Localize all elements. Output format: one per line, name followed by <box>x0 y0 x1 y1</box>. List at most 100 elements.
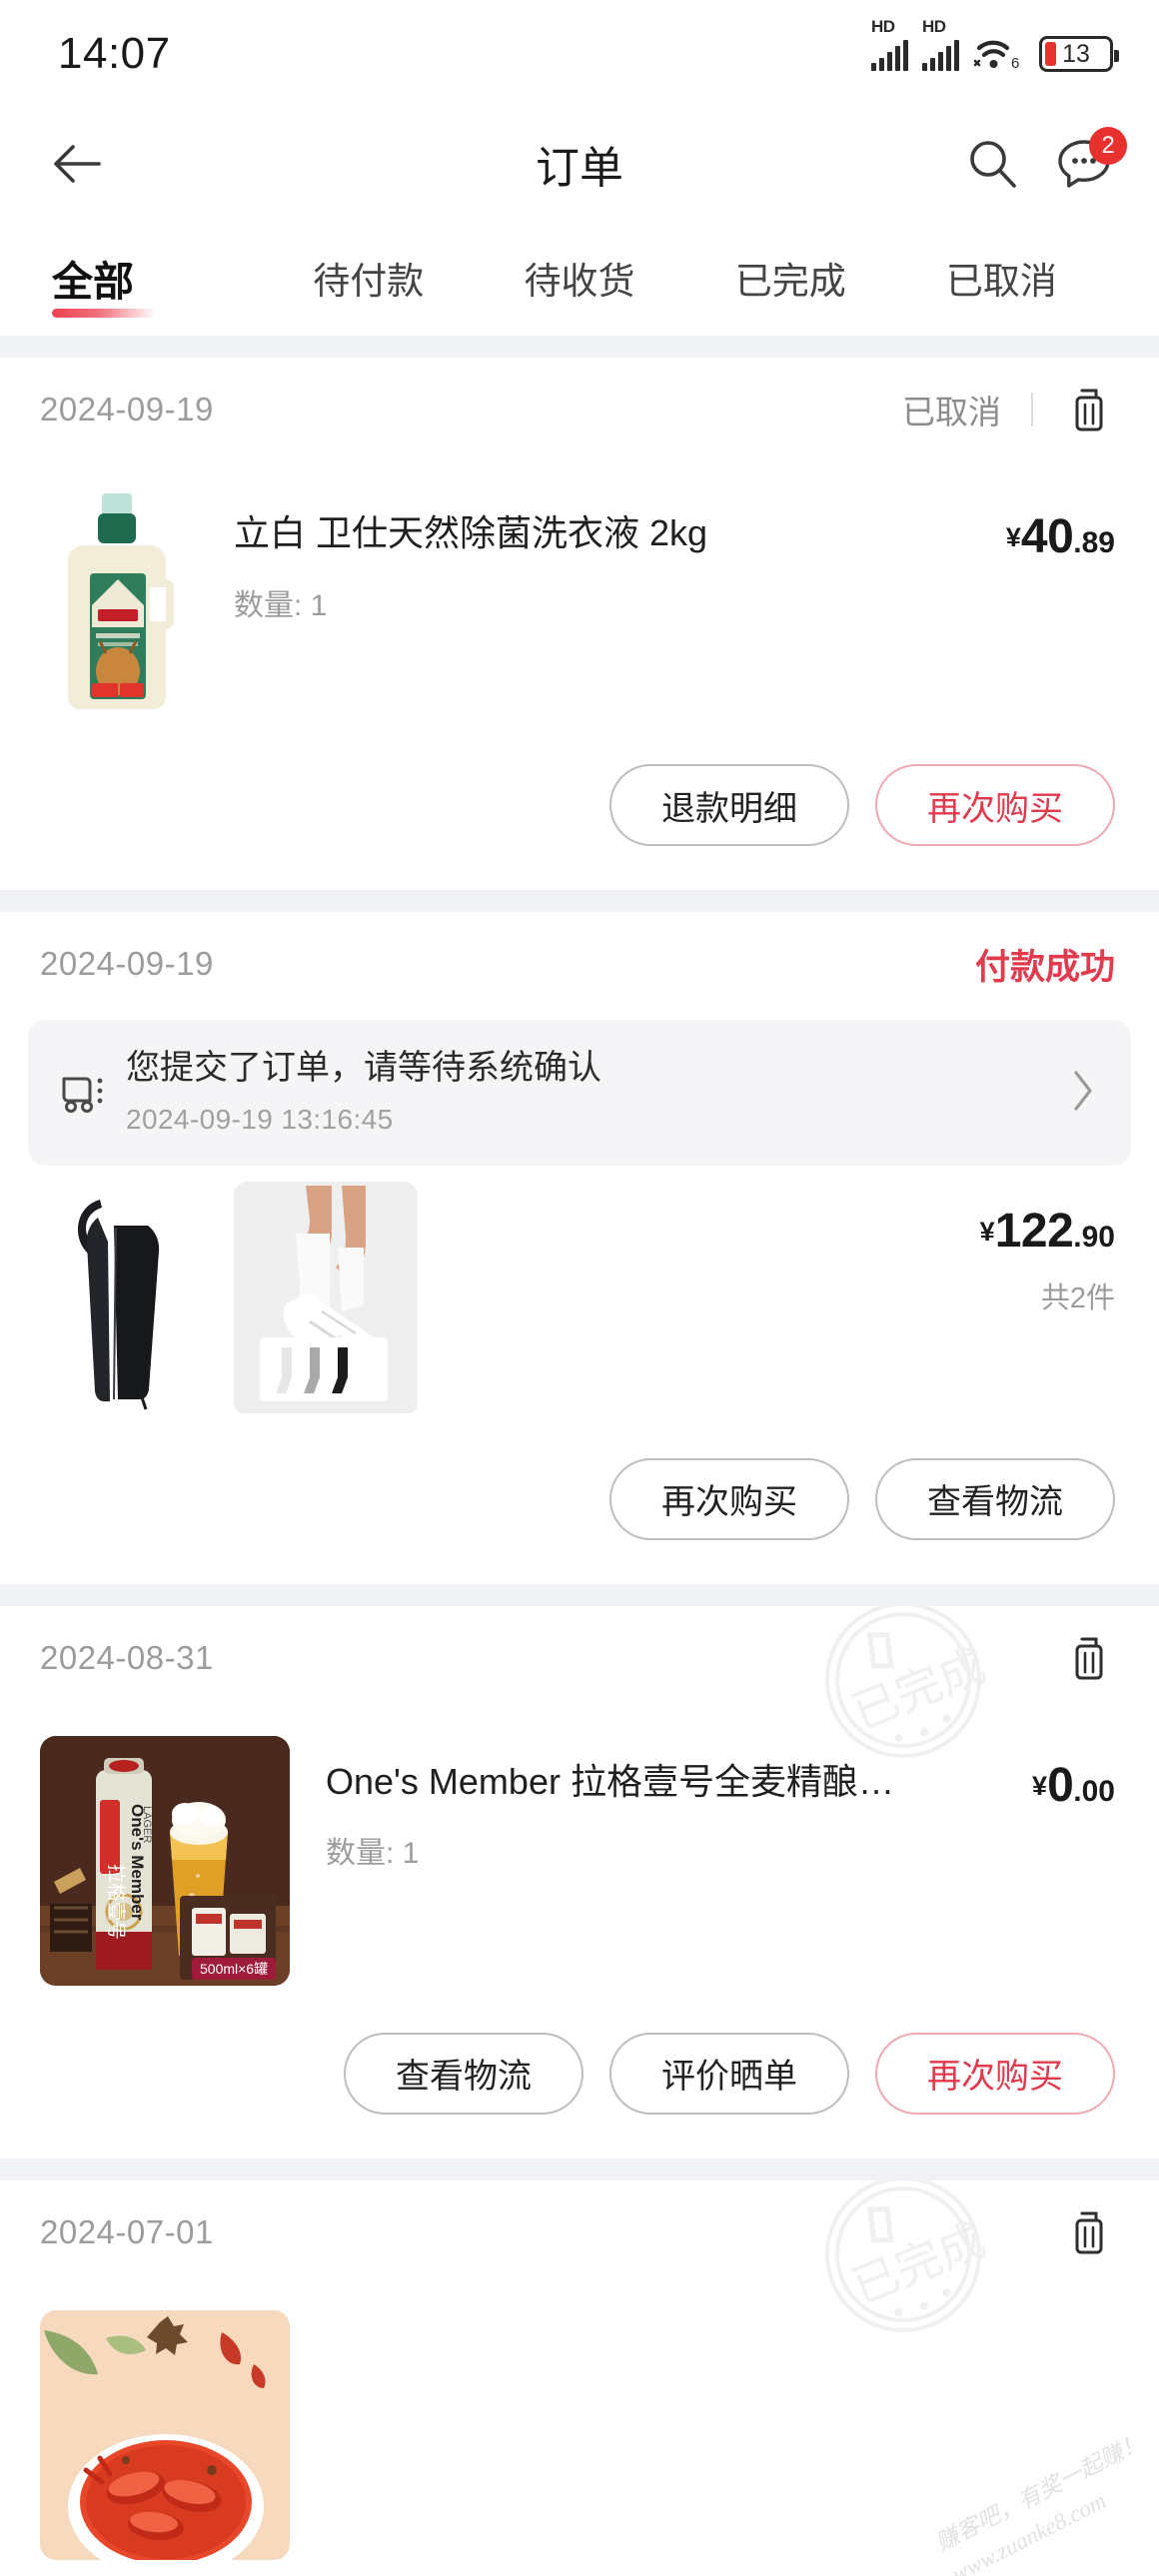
wifi-icon: 6 <box>973 36 1025 72</box>
search-icon <box>970 141 1016 188</box>
status-bar-time: 14:07 <box>58 29 171 78</box>
order-total-price: ¥122.90 共2件 <box>980 1182 1115 1316</box>
tab-pending-receipt[interactable]: 待收货 <box>474 220 684 336</box>
order-actions: 退款明细 再次购买 <box>0 734 1159 890</box>
tab-active-indicator <box>52 309 156 318</box>
back-arrow-icon <box>54 145 101 183</box>
product-title: 立白 卫仕天然除菌洗衣液 2kg <box>234 512 708 553</box>
order-status-badge: 已取消 <box>902 394 1001 430</box>
order-product-row[interactable]: 拉格壹号 One's Member LAGER 500ml×6罐 One's M… <box>0 1710 1159 2003</box>
list-separator <box>0 890 1159 912</box>
list-separator <box>0 2157 1159 2180</box>
chat-unread-badge: 2 <box>1089 127 1127 165</box>
price-decimal: .90 <box>1073 1220 1115 1254</box>
status-bar-icons: HD HD 6 13 <box>871 17 1119 72</box>
delete-order-button[interactable] <box>1063 382 1115 437</box>
hd-label-2: HD <box>922 17 946 36</box>
nav-actions: 2 <box>961 127 1127 195</box>
buy-again-button[interactable]: 再次购买 <box>875 2032 1115 2115</box>
order-date: 2024-08-31 <box>40 1638 214 1676</box>
order-list: 2024-09-19 已取消 立白 卫仕天然除菌洗衣液 2kg 数量: 1 ¥4… <box>0 336 1159 2576</box>
price-decimal: .89 <box>1073 526 1115 559</box>
product-thumbnails <box>40 1181 980 1418</box>
delete-order-button[interactable] <box>1063 1630 1115 1686</box>
status-bar: 14:07 HD HD 6 13 <box>0 0 1159 108</box>
svg-text:LAGER: LAGER <box>141 1806 153 1843</box>
delete-order-button[interactable] <box>1063 2204 1115 2260</box>
order-card[interactable]: 已完成 赚客吧，有奖一起赚！ www.zuanke8.com 2024-07-0… <box>0 2179 1159 2576</box>
currency-symbol: ¥ <box>979 1216 995 1247</box>
product-title: One's Member 拉格壹号全麦精酿… <box>326 1760 894 1802</box>
navigation-bar: 订单 2 <box>0 108 1159 220</box>
tab-pending-payment-label: 待付款 <box>313 261 425 302</box>
buy-again-button[interactable]: 再次购买 <box>875 764 1115 846</box>
chevron-right-icon[interactable] <box>1063 1069 1103 1113</box>
order-product-row[interactable]: 立白 卫仕天然除菌洗衣液 2kg 数量: 1 ¥40.89 <box>0 461 1159 734</box>
hd-label-1: HD <box>871 17 895 36</box>
order-product-row[interactable]: ¥122.90 共2件 <box>0 1166 1159 1428</box>
tab-cancelled[interactable]: 已取消 <box>896 220 1107 336</box>
logistics-banner[interactable]: 您提交了订单，请等待系统确认 2024-09-19 13:16:45 <box>28 1020 1131 1166</box>
list-separator <box>0 1583 1159 1606</box>
order-card[interactable]: 2024-09-19 已取消 立白 卫仕天然除菌洗衣液 2kg 数量: 1 ¥4… <box>0 358 1159 890</box>
order-card[interactable]: 已完成 2024-08-31 拉格壹号 One's Member LAGER 5… <box>0 1605 1159 2158</box>
price-integer: 0 <box>1047 1758 1074 1812</box>
product-thumbnail[interactable] <box>234 1181 418 1418</box>
order-actions: 查看物流 评价晒单 再次购买 <box>0 2003 1159 2158</box>
tab-completed[interactable]: 已完成 <box>685 220 896 336</box>
order-date: 2024-09-19 <box>40 945 214 982</box>
order-card[interactable]: 2024-09-19 付款成功 您提交了订单，请等待系统确认 2024-09-1… <box>0 912 1159 1584</box>
product-info <box>290 2310 1115 2332</box>
tab-all-label: 全部 <box>52 259 134 305</box>
tab-pending-payment[interactable]: 待付款 <box>263 220 474 336</box>
battery-level-label: 13 <box>1062 40 1090 68</box>
svg-text:拉格壹号: 拉格壹号 <box>105 1864 127 1940</box>
search-button[interactable] <box>961 133 1023 195</box>
price-integer: 122 <box>994 1204 1074 1258</box>
trash-icon <box>1075 389 1103 431</box>
product-price: ¥0.00 <box>1032 1736 1115 1813</box>
product-price: ¥40.89 <box>1006 487 1115 564</box>
cellular-signal-2-icon: HD <box>922 17 959 71</box>
order-date: 2024-09-19 <box>40 391 214 428</box>
order-status-tabs: 全部 待付款 待收货 已完成 已取消 <box>0 220 1159 336</box>
price-integer: 40 <box>1020 510 1074 563</box>
trash-icon <box>1075 2211 1103 2254</box>
product-quantity: 数量: 1 <box>234 588 328 622</box>
currency-symbol: ¥ <box>1032 1770 1048 1801</box>
order-card-header: 2024-08-31 <box>0 1606 1159 1710</box>
view-logistics-button[interactable]: 查看物流 <box>875 1457 1115 1540</box>
tab-pending-receipt-label: 待收货 <box>524 261 635 302</box>
white-socks-image <box>234 1181 418 1413</box>
product-info: 立白 卫仕天然除菌洗衣液 2kg 数量: 1 <box>198 487 1006 624</box>
beer-can-image: 拉格壹号 One's Member LAGER 500ml×6罐 <box>40 1735 290 1986</box>
order-status-badge: 付款成功 <box>974 947 1115 987</box>
product-thumbnail[interactable]: 拉格壹号 One's Member LAGER 500ml×6罐 <box>40 1735 290 1991</box>
tab-all[interactable]: 全部 <box>52 220 263 336</box>
product-thumbnail[interactable] <box>40 2309 290 2565</box>
price-decimal: .00 <box>1073 1774 1115 1808</box>
svg-text:500ml×6罐: 500ml×6罐 <box>200 1961 268 1977</box>
chat-button[interactable]: 2 <box>1053 127 1127 195</box>
svg-text:6: 6 <box>1011 55 1019 72</box>
battery-icon: 13 <box>1039 36 1119 72</box>
view-logistics-button[interactable]: 查看物流 <box>344 2032 583 2115</box>
order-product-row[interactable] <box>0 2284 1159 2576</box>
currency-symbol: ¥ <box>1005 522 1021 552</box>
logistics-timestamp: 2024-09-19 13:16:45 <box>126 1103 394 1135</box>
tab-cancelled-label: 已取消 <box>945 261 1057 302</box>
list-separator <box>0 336 1159 358</box>
order-date: 2024-07-01 <box>40 2212 214 2250</box>
product-thumbnail[interactable] <box>40 487 198 722</box>
order-card-header: 2024-07-01 <box>0 2180 1159 2284</box>
cellular-signal-1-icon: HD <box>871 17 908 71</box>
refund-details-button[interactable]: 退款明细 <box>609 764 849 846</box>
product-thumbnail[interactable] <box>40 1181 208 1418</box>
order-actions: 再次购买 查看物流 <box>0 1428 1159 1584</box>
order-card-header: 2024-09-19 已取消 <box>0 358 1159 461</box>
review-button[interactable]: 评价晒单 <box>609 2032 849 2115</box>
buy-again-button[interactable]: 再次购买 <box>609 1457 849 1540</box>
product-quantity: 数量: 1 <box>326 1837 420 1871</box>
back-button[interactable] <box>40 126 116 202</box>
truck-icon <box>56 1067 118 1115</box>
